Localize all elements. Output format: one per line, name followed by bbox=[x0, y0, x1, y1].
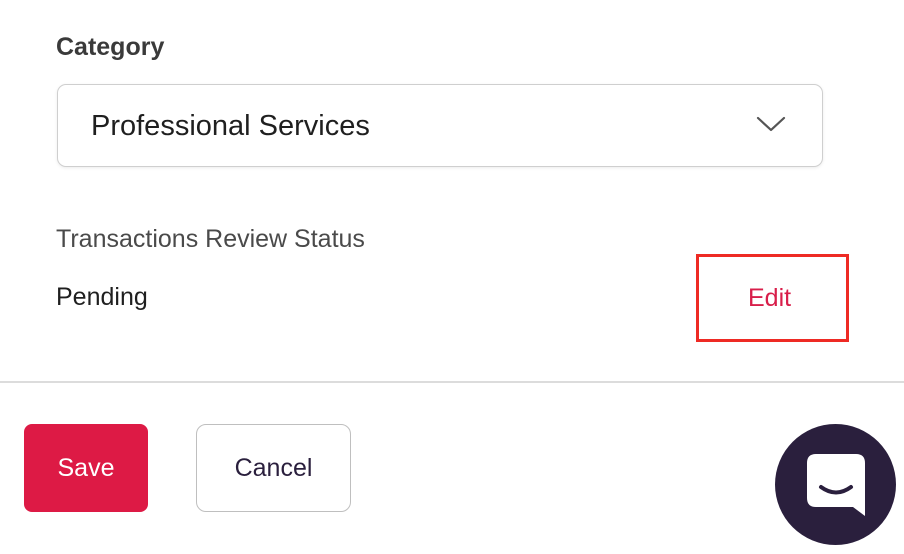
category-select[interactable]: Professional Services bbox=[57, 84, 823, 167]
cancel-button[interactable]: Cancel bbox=[196, 424, 351, 512]
divider bbox=[0, 381, 904, 383]
save-button[interactable]: Save bbox=[24, 424, 148, 512]
category-selected-value: Professional Services bbox=[91, 110, 370, 142]
review-status-value: Pending bbox=[56, 283, 148, 311]
chevron-down-icon bbox=[756, 116, 786, 132]
chat-bubble-icon bbox=[807, 454, 865, 516]
category-label: Category bbox=[56, 33, 165, 61]
edit-link[interactable]: Edit bbox=[748, 281, 791, 315]
chat-launcher-button[interactable] bbox=[775, 424, 896, 545]
review-status-label: Transactions Review Status bbox=[56, 225, 365, 253]
